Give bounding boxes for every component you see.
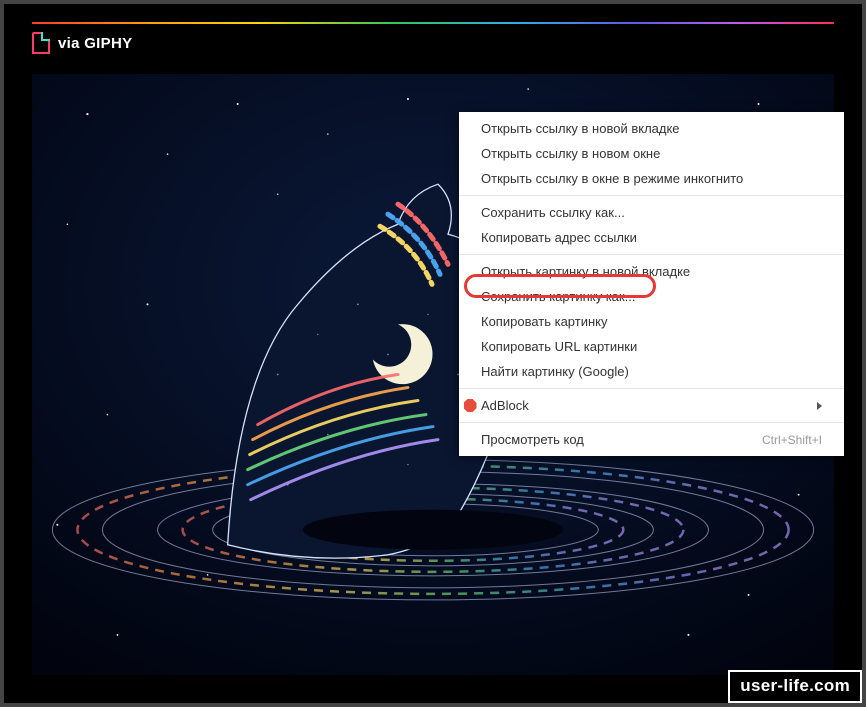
- ctx-label: Сохранить ссылку как...: [481, 205, 625, 220]
- ctx-save-image-as[interactable]: Сохранить картинку как...: [459, 284, 844, 309]
- watermark: user-life.com: [728, 670, 862, 703]
- header: via GIPHY: [32, 32, 132, 54]
- ctx-separator: [459, 195, 844, 196]
- ctx-copy-image[interactable]: Копировать картинку: [459, 309, 844, 334]
- ctx-save-link-as[interactable]: Сохранить ссылку как...: [459, 200, 844, 225]
- ctx-separator: [459, 388, 844, 389]
- ctx-open-link-new-window[interactable]: Открыть ссылку в новом окне: [459, 141, 844, 166]
- ctx-inspect[interactable]: Просмотреть код Ctrl+Shift+I: [459, 427, 844, 452]
- ctx-label: Копировать картинку: [481, 314, 607, 329]
- ctx-label: Открыть ссылку в новой вкладке: [481, 121, 680, 136]
- ctx-open-link-incognito[interactable]: Открыть ссылку в окне в режиме инкогнито: [459, 166, 844, 191]
- ctx-label: Копировать адрес ссылки: [481, 230, 637, 245]
- ctx-label: Копировать URL картинки: [481, 339, 637, 354]
- ctx-copy-image-url[interactable]: Копировать URL картинки: [459, 334, 844, 359]
- ctx-open-image-new-tab[interactable]: Открыть картинку в новой вкладке: [459, 259, 844, 284]
- ctx-label: Просмотреть код: [481, 432, 584, 447]
- ctx-shortcut: Ctrl+Shift+I: [762, 433, 822, 447]
- ctx-label: Сохранить картинку как...: [481, 289, 635, 304]
- ctx-search-image-google[interactable]: Найти картинку (Google): [459, 359, 844, 384]
- app-frame: via GIPHY: [0, 0, 866, 707]
- ctx-separator: [459, 422, 844, 423]
- ctx-copy-link-address[interactable]: Копировать адрес ссылки: [459, 225, 844, 250]
- ctx-label: Открыть ссылку в новом окне: [481, 146, 660, 161]
- ctx-open-link-new-tab[interactable]: Открыть ссылку в новой вкладке: [459, 116, 844, 141]
- ctx-label: AdBlock: [481, 398, 529, 413]
- ctx-separator: [459, 254, 844, 255]
- ctx-label: Открыть картинку в новой вкладке: [481, 264, 690, 279]
- ctx-label: Найти картинку (Google): [481, 364, 629, 379]
- rainbow-divider: [32, 22, 834, 24]
- chevron-right-icon: [817, 402, 822, 410]
- ctx-label: Открыть ссылку в окне в режиме инкогнито: [481, 171, 743, 186]
- adblock-icon: [463, 399, 477, 413]
- context-menu: Открыть ссылку в новой вкладке Открыть с…: [459, 112, 844, 456]
- file-icon: [32, 32, 50, 54]
- header-via-label[interactable]: via GIPHY: [58, 35, 132, 52]
- ctx-adblock[interactable]: AdBlock: [459, 393, 844, 418]
